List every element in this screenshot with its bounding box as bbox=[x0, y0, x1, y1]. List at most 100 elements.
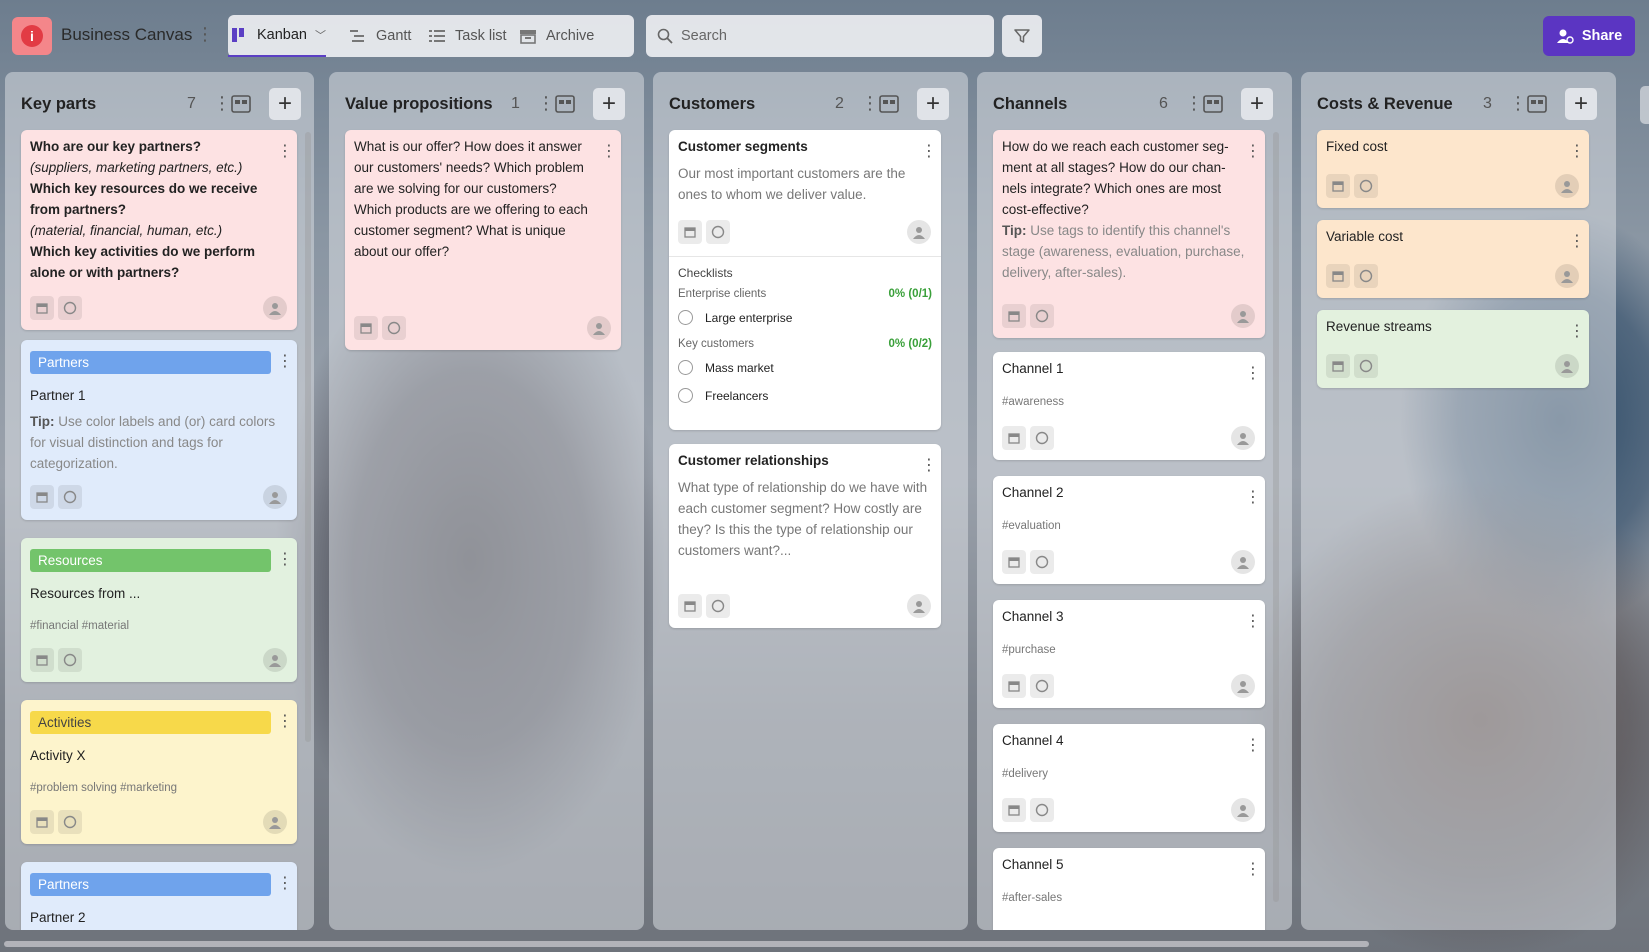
assignee-avatar-icon[interactable] bbox=[263, 485, 287, 509]
status-circle-icon[interactable] bbox=[1354, 264, 1378, 288]
calendar-icon[interactable] bbox=[354, 316, 378, 340]
card-menu-kebab-icon[interactable]: ⋮ bbox=[277, 713, 293, 731]
status-circle-icon[interactable] bbox=[1030, 674, 1054, 698]
assignee-avatar-icon[interactable] bbox=[907, 220, 931, 244]
status-circle-icon[interactable] bbox=[382, 316, 406, 340]
calendar-icon[interactable] bbox=[1002, 798, 1026, 822]
assignee-avatar-icon[interactable] bbox=[1555, 264, 1579, 288]
column-menu-kebab-icon[interactable]: ⋮ bbox=[537, 94, 555, 112]
card-resources[interactable]: Resources ⋮ Resources from ... #financia… bbox=[21, 538, 297, 682]
status-circle-icon[interactable] bbox=[1030, 426, 1054, 450]
column-menu-kebab-icon[interactable]: ⋮ bbox=[1509, 94, 1527, 112]
assignee-avatar-icon[interactable] bbox=[1231, 674, 1255, 698]
column-scrollbar[interactable] bbox=[1273, 132, 1279, 902]
card-layout-icon[interactable] bbox=[1527, 95, 1547, 113]
card-partner-1[interactable]: Partners ⋮ Partner 1 Tip: Use color labe… bbox=[21, 340, 297, 520]
status-circle-icon[interactable] bbox=[1354, 174, 1378, 198]
assignee-avatar-icon[interactable] bbox=[1231, 426, 1255, 450]
status-circle-icon[interactable] bbox=[706, 220, 730, 244]
assignee-avatar-icon[interactable] bbox=[263, 648, 287, 672]
tab-kanban[interactable]: Kanban ﹀ bbox=[228, 15, 326, 57]
card-menu-kebab-icon[interactable]: ⋮ bbox=[277, 551, 293, 569]
card-menu-kebab-icon[interactable]: ⋮ bbox=[1569, 143, 1585, 161]
status-circle-icon[interactable] bbox=[1030, 550, 1054, 574]
card-menu-kebab-icon[interactable]: ⋮ bbox=[921, 143, 937, 161]
card-menu-kebab-icon[interactable]: ⋮ bbox=[1245, 143, 1261, 161]
card-menu-kebab-icon[interactable]: ⋮ bbox=[921, 457, 937, 475]
card-layout-icon[interactable] bbox=[1203, 95, 1223, 113]
card-menu-kebab-icon[interactable]: ⋮ bbox=[601, 143, 617, 161]
calendar-icon[interactable] bbox=[30, 485, 54, 509]
add-card-button[interactable]: + bbox=[1565, 88, 1597, 120]
calendar-icon[interactable] bbox=[30, 648, 54, 672]
card-layout-icon[interactable] bbox=[231, 95, 251, 113]
calendar-icon[interactable] bbox=[1326, 354, 1350, 378]
status-circle-icon[interactable] bbox=[58, 810, 82, 834]
tab-archive[interactable]: Archive bbox=[519, 15, 594, 57]
card-key-partners-prompt[interactable]: ⋮ Who are our key partners? (suppliers, … bbox=[21, 130, 297, 330]
assignee-avatar-icon[interactable] bbox=[907, 594, 931, 618]
status-circle-icon[interactable] bbox=[58, 648, 82, 672]
add-card-button[interactable]: + bbox=[269, 88, 301, 120]
card-layout-icon[interactable] bbox=[879, 95, 899, 113]
next-column-edge[interactable] bbox=[1640, 86, 1649, 124]
search-input[interactable] bbox=[681, 28, 971, 44]
card-channel-1[interactable]: ⋮ Channel 1 #awareness bbox=[993, 352, 1265, 460]
assignee-avatar-icon[interactable] bbox=[1555, 354, 1579, 378]
assignee-avatar-icon[interactable] bbox=[1231, 798, 1255, 822]
card-menu-kebab-icon[interactable]: ⋮ bbox=[1245, 489, 1261, 507]
card-menu-kebab-icon[interactable]: ⋮ bbox=[1245, 365, 1261, 383]
calendar-icon[interactable] bbox=[30, 810, 54, 834]
card-customer-segments[interactable]: ⋮ Customer segments Our most important c… bbox=[669, 130, 941, 430]
calendar-icon[interactable] bbox=[1326, 174, 1350, 198]
status-circle-icon[interactable] bbox=[1354, 354, 1378, 378]
card-channel-5[interactable]: ⋮ Channel 5 #after-sales bbox=[993, 848, 1265, 930]
card-menu-kebab-icon[interactable]: ⋮ bbox=[1569, 323, 1585, 341]
card-menu-kebab-icon[interactable]: ⋮ bbox=[277, 875, 293, 893]
calendar-icon[interactable] bbox=[1002, 550, 1026, 574]
calendar-icon[interactable] bbox=[1002, 304, 1026, 328]
card-channel-3[interactable]: ⋮ Channel 3 #purchase bbox=[993, 600, 1265, 708]
calendar-icon[interactable] bbox=[1002, 426, 1026, 450]
assignee-avatar-icon[interactable] bbox=[1231, 304, 1255, 328]
tab-task-list[interactable]: Task list bbox=[428, 15, 507, 57]
card-menu-kebab-icon[interactable]: ⋮ bbox=[277, 353, 293, 371]
status-circle-icon[interactable] bbox=[1030, 304, 1054, 328]
card-customer-relationships[interactable]: ⋮ Customer relationships What type of re… bbox=[669, 444, 941, 628]
checkbox-circle-icon[interactable] bbox=[678, 388, 693, 403]
card-value-proposition-prompt[interactable]: ⋮ What is our offer? How does it answer … bbox=[345, 130, 621, 350]
assignee-avatar-icon[interactable] bbox=[1555, 174, 1579, 198]
card-layout-icon[interactable] bbox=[555, 95, 575, 113]
card-channel-4[interactable]: ⋮ Channel 4 #delivery bbox=[993, 724, 1265, 832]
checkbox-circle-icon[interactable] bbox=[678, 360, 693, 375]
calendar-icon[interactable] bbox=[678, 594, 702, 618]
add-card-button[interactable]: + bbox=[1241, 88, 1273, 120]
card-channels-prompt[interactable]: ⋮ How do we reach each customer seg­ment… bbox=[993, 130, 1265, 338]
checklist-item[interactable]: Mass market bbox=[678, 360, 774, 375]
card-menu-kebab-icon[interactable]: ⋮ bbox=[1245, 613, 1261, 631]
card-fixed-cost[interactable]: ⋮ Fixed cost bbox=[1317, 130, 1589, 208]
add-card-button[interactable]: + bbox=[917, 88, 949, 120]
card-variable-cost[interactable]: ⋮ Variable cost bbox=[1317, 220, 1589, 298]
checkbox-circle-icon[interactable] bbox=[678, 310, 693, 325]
card-menu-kebab-icon[interactable]: ⋮ bbox=[1569, 233, 1585, 251]
calendar-icon[interactable] bbox=[678, 220, 702, 244]
scrollbar-thumb[interactable] bbox=[4, 941, 1369, 947]
add-card-button[interactable]: + bbox=[593, 88, 625, 120]
checklist-item[interactable]: Freelancers bbox=[678, 388, 768, 403]
column-menu-kebab-icon[interactable]: ⋮ bbox=[1185, 94, 1203, 112]
horizontal-scrollbar[interactable] bbox=[0, 940, 1649, 948]
chevron-down-icon[interactable]: ﹀ bbox=[315, 27, 326, 43]
calendar-icon[interactable] bbox=[1326, 264, 1350, 288]
app-logo[interactable]: i bbox=[12, 17, 52, 55]
card-menu-kebab-icon[interactable]: ⋮ bbox=[1245, 737, 1261, 755]
calendar-icon[interactable] bbox=[1002, 674, 1026, 698]
column-menu-kebab-icon[interactable]: ⋮ bbox=[213, 94, 231, 112]
card-partner-2[interactable]: Partners ⋮ Partner 2 bbox=[21, 862, 297, 930]
tab-gantt[interactable]: Gantt bbox=[349, 15, 411, 57]
status-circle-icon[interactable] bbox=[706, 594, 730, 618]
column-scrollbar[interactable] bbox=[305, 132, 311, 742]
status-circle-icon[interactable] bbox=[58, 296, 82, 320]
share-button[interactable]: Share bbox=[1543, 16, 1635, 56]
checklist-item[interactable]: Large enterprise bbox=[678, 310, 792, 325]
